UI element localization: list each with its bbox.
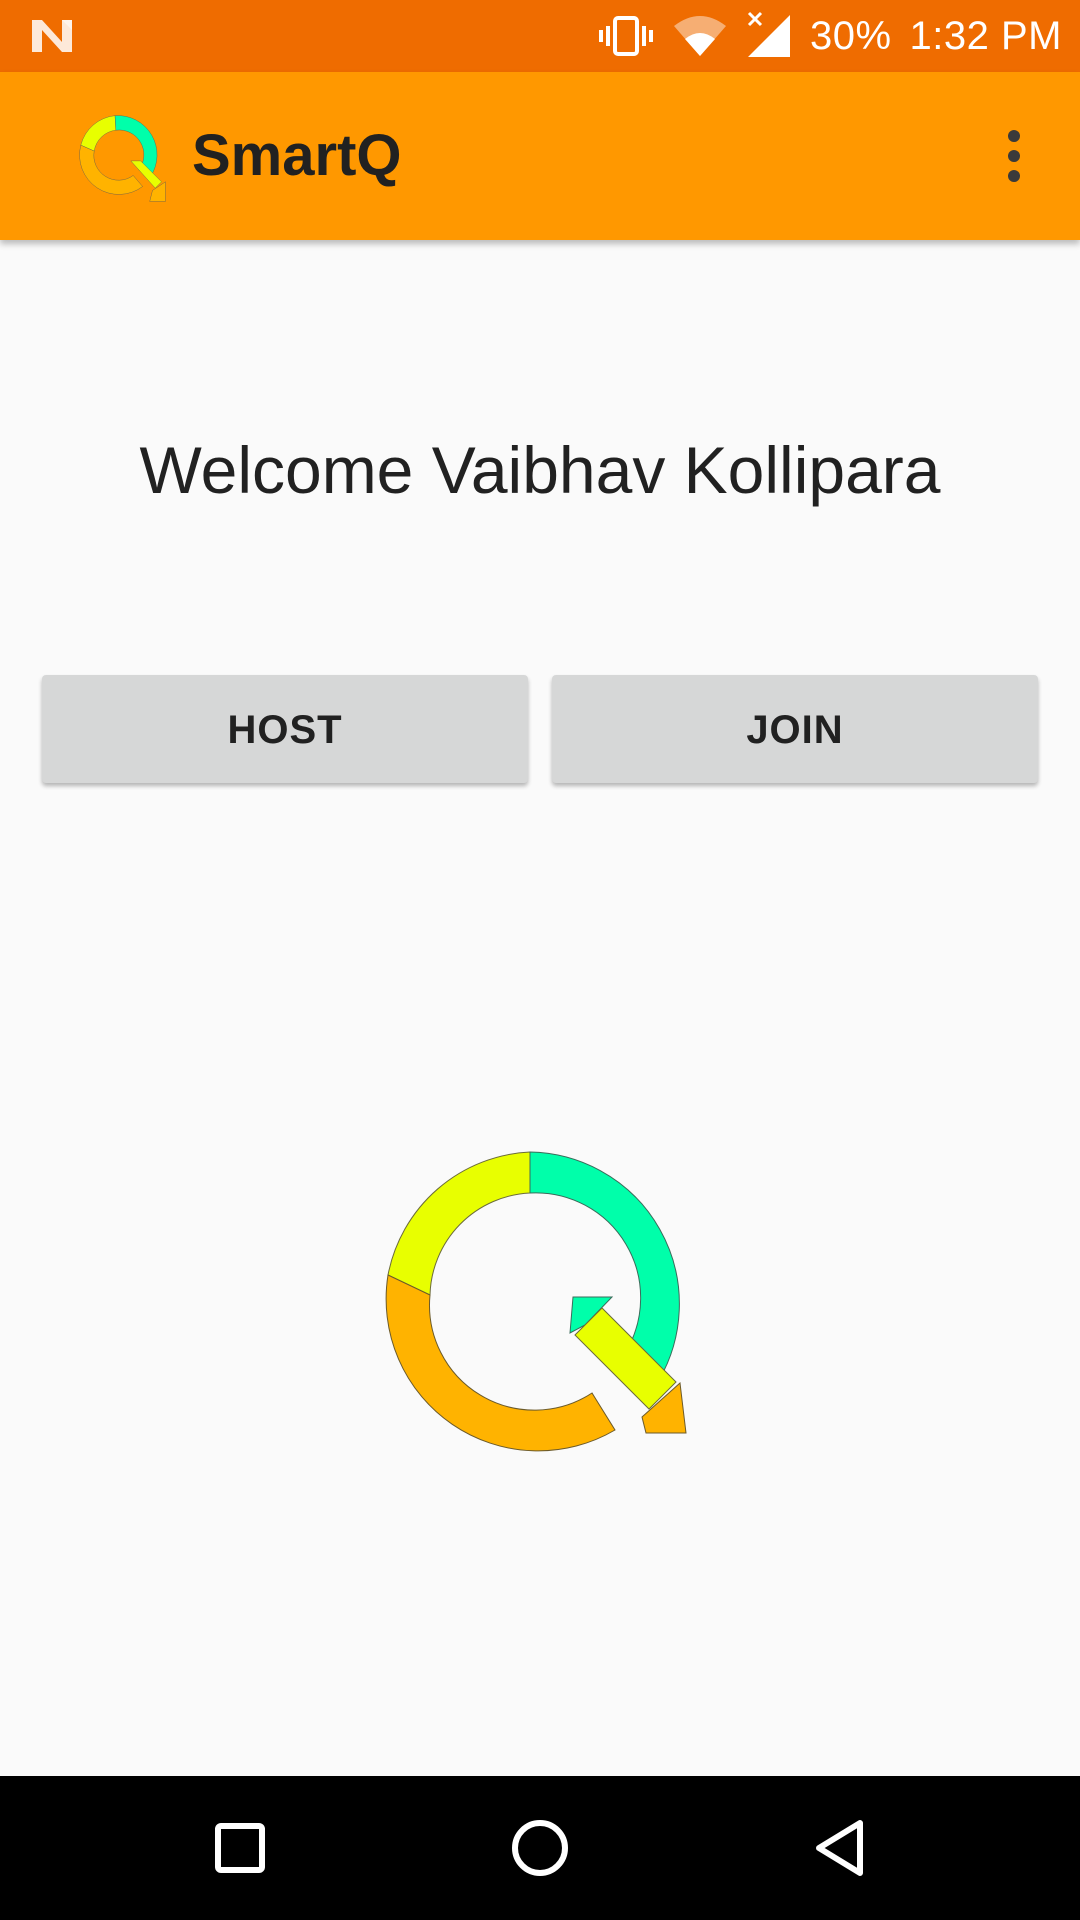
menu-dot [1008,130,1020,142]
host-button[interactable]: HOST [42,675,528,783]
home-circle-icon [512,1820,568,1876]
status-bar: 30% 1:32 PM [0,0,1080,72]
app-bar: SmartQ [0,72,1080,240]
back-triangle-icon [816,1820,863,1876]
n-icon [32,20,72,52]
recents-button[interactable] [190,1798,290,1898]
app-title: SmartQ [192,123,402,188]
status-icons: 30% 1:32 PM [598,0,1062,72]
screen: 30% 1:32 PM SmartQ Welcome Vaibhav Kolli… [0,0,1080,1920]
vibrate-icon [598,16,653,56]
battery-percentage: 30% [809,14,892,58]
signal-no-data-icon [747,11,790,57]
wifi-icon [673,16,726,56]
navigation-bar [0,1776,1080,1920]
status-time: 1:32 PM [909,14,1062,58]
smartq-logo-icon [79,115,166,202]
home-button[interactable] [490,1798,590,1898]
menu-dot [1008,170,1020,182]
recents-square-icon [215,1823,265,1873]
join-button[interactable]: JOIN [552,675,1038,783]
more-vertical-icon[interactable] [974,108,1054,204]
welcome-message: Welcome Vaibhav Kollipara [139,433,941,507]
back-button[interactable] [790,1798,890,1898]
smartq-logo-icon [385,1151,687,1452]
menu-dot [1008,150,1020,162]
